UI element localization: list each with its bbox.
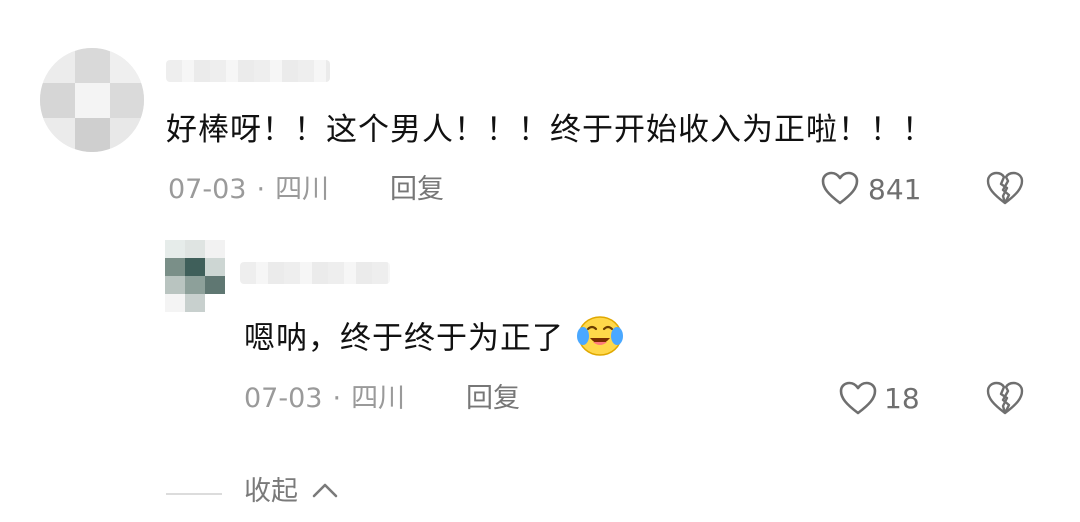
broken-heart-icon[interactable] <box>986 380 1024 416</box>
reply-reply-button[interactable]: 回复 <box>466 381 520 417</box>
reply-like-count: 18 <box>884 382 920 415</box>
comment-meta: 07-03 · 四川 <box>168 172 329 208</box>
broken-heart-icon[interactable] <box>986 170 1024 206</box>
reply-meta: 07-03 · 四川 <box>244 381 405 417</box>
meta-separator: · <box>332 383 342 414</box>
reply-text-row: 嗯呐，终于终于为正了 <box>244 316 623 362</box>
collapse-label: 收起 <box>244 476 298 507</box>
crying-laughing-emoji <box>576 314 623 358</box>
collapse-divider <box>166 493 222 495</box>
reply-location: 四川 <box>351 383 406 414</box>
reply-date: 07-03 <box>244 383 323 414</box>
heart-outline-icon[interactable] <box>838 380 878 416</box>
commenter-avatar[interactable] <box>40 48 144 152</box>
comment-reply-button[interactable]: 回复 <box>390 172 444 208</box>
comment-like-count: 841 <box>868 173 922 206</box>
reply-text: 嗯呐，终于终于为正了 <box>244 320 564 357</box>
commenter-name-blurred[interactable] <box>166 60 330 82</box>
replier-avatar[interactable] <box>165 240 225 312</box>
chevron-up-icon <box>311 481 339 499</box>
comment-text: 好棒呀！！这个男人！！！终于开始收入为正啦！！！ <box>166 112 934 148</box>
replier-name-blurred[interactable] <box>240 262 390 284</box>
heart-outline-icon[interactable] <box>820 170 860 206</box>
collapse-button[interactable]: 收起 <box>244 474 339 510</box>
comment-date: 07-03 <box>168 174 247 205</box>
comment-location: 四川 <box>275 174 330 205</box>
meta-separator: · <box>256 174 266 205</box>
